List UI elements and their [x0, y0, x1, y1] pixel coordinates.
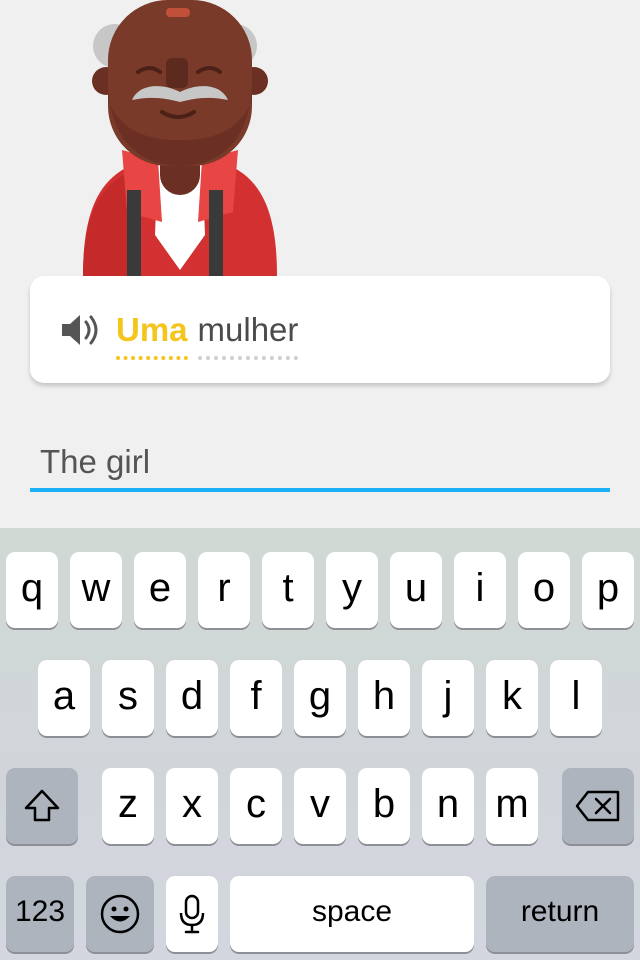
- emoji-key[interactable]: [86, 876, 154, 952]
- emoji-icon: [100, 894, 140, 934]
- key-u[interactable]: u: [390, 552, 442, 628]
- lesson-screen: Uma mulher q w e r t y u i o p a s d f g…: [0, 0, 640, 960]
- key-s[interactable]: s: [102, 660, 154, 736]
- key-z[interactable]: z: [102, 768, 154, 844]
- key-y[interactable]: y: [326, 552, 378, 628]
- shift-icon: [24, 789, 60, 822]
- key-b[interactable]: b: [358, 768, 410, 844]
- key-a[interactable]: a: [38, 660, 90, 736]
- key-n[interactable]: n: [422, 768, 474, 844]
- key-e[interactable]: e: [134, 552, 186, 628]
- key-q[interactable]: q: [6, 552, 58, 628]
- space-key[interactable]: space: [230, 876, 474, 952]
- key-k[interactable]: k: [486, 660, 538, 736]
- key-w[interactable]: w: [70, 552, 122, 628]
- key-x[interactable]: x: [166, 768, 218, 844]
- on-screen-keyboard: q w e r t y u i o p a s d f g h j k l z …: [0, 528, 640, 960]
- microphone-key[interactable]: [166, 876, 218, 952]
- key-i[interactable]: i: [454, 552, 506, 628]
- character-illustration: [83, 0, 277, 276]
- key-o[interactable]: o: [518, 552, 570, 628]
- prompt-word-uma[interactable]: Uma: [116, 310, 188, 360]
- microphone-icon: [179, 894, 205, 934]
- key-r[interactable]: r: [198, 552, 250, 628]
- numbers-key[interactable]: 123: [6, 876, 74, 952]
- backspace-icon: [575, 790, 620, 822]
- key-h[interactable]: h: [358, 660, 410, 736]
- key-l[interactable]: l: [550, 660, 602, 736]
- key-g[interactable]: g: [294, 660, 346, 736]
- key-v[interactable]: v: [294, 768, 346, 844]
- key-t[interactable]: t: [262, 552, 314, 628]
- key-c[interactable]: c: [230, 768, 282, 844]
- shift-key[interactable]: [6, 768, 78, 844]
- answer-input[interactable]: [30, 436, 610, 492]
- prompt-phrase: Uma mulher: [116, 310, 299, 360]
- backspace-key[interactable]: [562, 768, 634, 844]
- return-key[interactable]: return: [486, 876, 634, 952]
- prompt-word-mulher[interactable]: mulher: [197, 310, 299, 360]
- key-p[interactable]: p: [582, 552, 634, 628]
- key-j[interactable]: j: [422, 660, 474, 736]
- key-f[interactable]: f: [230, 660, 282, 736]
- key-m[interactable]: m: [486, 768, 538, 844]
- key-d[interactable]: d: [166, 660, 218, 736]
- speaker-icon[interactable]: [58, 310, 102, 350]
